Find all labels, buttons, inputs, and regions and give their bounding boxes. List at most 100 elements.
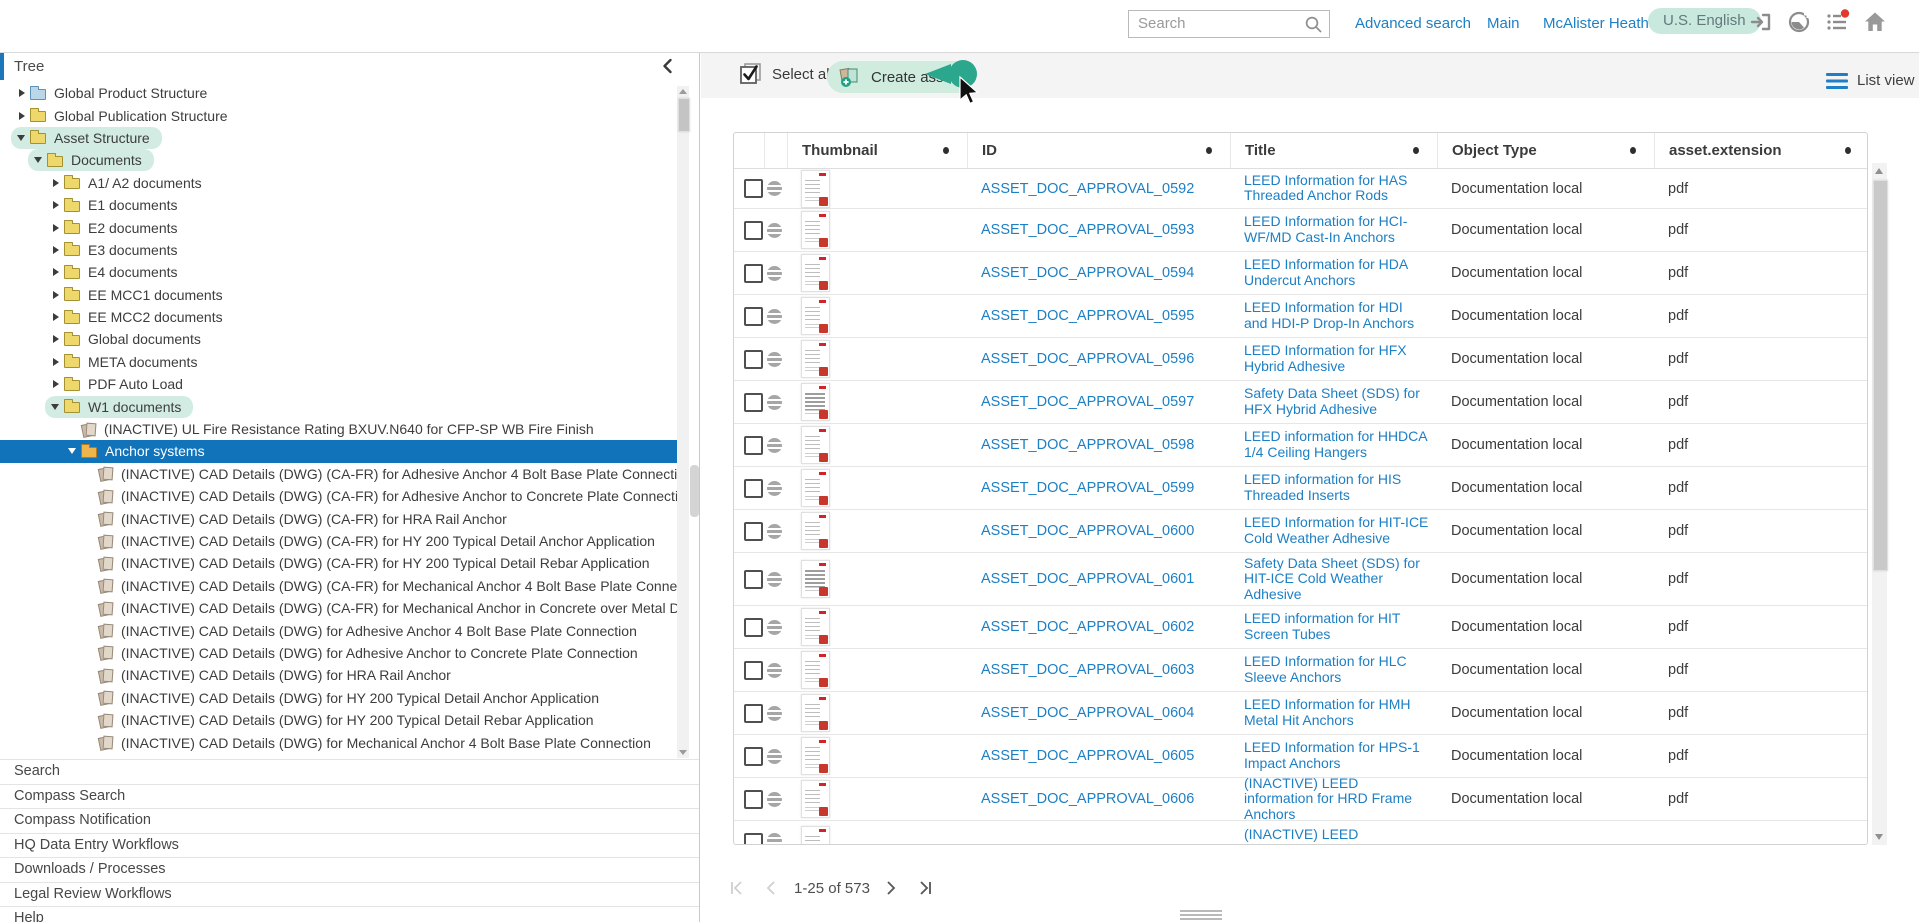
asset-title-link[interactable]: LEED Information for HMH Metal Hit Ancho… [1244,697,1429,728]
tree-item[interactable]: E1 documents [0,194,677,216]
table-row[interactable]: ASSET_DOC_APPROVAL_0600 LEED Information… [734,510,1867,553]
row-menu-icon[interactable] [767,181,782,196]
search-icon[interactable] [1304,15,1323,34]
column-filter-icon[interactable] [943,147,949,154]
search-box[interactable] [1128,10,1330,38]
list-view-toggle[interactable]: List view [1826,72,1915,89]
asset-title-link[interactable]: (INACTIVE) LEED information [1244,827,1429,845]
table-row[interactable]: ASSET_DOC_APPROVAL_0597 Safety Data Shee… [734,381,1867,424]
asset-title-link[interactable]: Safety Data Sheet (SDS) for HFX Hybrid A… [1244,386,1429,417]
table-row[interactable]: ASSET_DOC_APPROVAL_0603 LEED Information… [734,649,1867,692]
column-header[interactable]: Title [1230,133,1437,168]
column-filter-icon[interactable] [1845,147,1851,154]
create-asset-button[interactable]: Create asset [827,61,973,93]
asset-title-link[interactable]: LEED information for HIT Screen Tubes [1244,611,1429,642]
asset-id-link[interactable]: ASSET_DOC_APPROVAL_0592 [981,181,1194,197]
asset-title-link[interactable]: LEED Information for HDA Undercut Anchor… [1244,257,1429,288]
column-header[interactable]: ID [967,133,1230,168]
table-scrollbar-thumb[interactable] [1873,180,1888,571]
asset-title-link[interactable]: LEED Information for HAS Threaded Anchor… [1244,173,1429,204]
tree-toggle-icon[interactable] [34,149,47,171]
accordion-section[interactable]: Legal Review Workflows [0,882,699,907]
accordion-section[interactable]: Compass Notification [0,808,699,833]
tree-item[interactable]: (INACTIVE) CAD Details (DWG) for Adhesiv… [0,619,677,641]
asset-id-link[interactable]: ASSET_DOC_APPROVAL_0606 [981,791,1194,807]
tree-toggle-icon[interactable] [51,306,64,328]
row-menu-icon[interactable] [767,352,782,367]
scroll-up-icon[interactable] [679,89,687,94]
tree-toggle-icon[interactable] [17,127,30,149]
row-menu-icon[interactable] [767,833,782,845]
tree-item[interactable]: Global Publication Structure [0,104,677,126]
tree-item[interactable]: (INACTIVE) CAD Details (DWG) (CA-FR) for… [0,507,677,529]
language-button[interactable]: U.S. English [1648,8,1761,34]
asset-id-link[interactable]: ASSET_DOC_APPROVAL_0596 [981,351,1194,367]
document-thumbnail[interactable] [801,694,830,732]
tree-item[interactable]: PDF Auto Load [0,373,677,395]
tree-toggle-icon[interactable] [51,373,64,395]
row-checkbox[interactable] [744,522,763,541]
user-menu-link[interactable]: McAlister Heather [1543,15,1662,32]
tree-item[interactable]: E2 documents [0,216,677,238]
asset-title-link[interactable]: LEED Information for HCI-WF/MD Cast-In A… [1244,214,1429,245]
document-thumbnail[interactable] [801,426,830,464]
tree-toggle-icon[interactable] [51,351,64,373]
previous-page-button[interactable] [762,879,780,897]
tree-item[interactable]: (INACTIVE) CAD Details (DWG) (CA-FR) for… [0,597,677,619]
accordion-section[interactable]: Help [0,906,699,922]
column-header[interactable]: Thumbnail [787,133,967,168]
tree-item[interactable]: EE MCC2 documents [0,306,677,328]
tree-item[interactable]: (INACTIVE) CAD Details (DWG) for Mechani… [0,731,677,753]
row-menu-icon[interactable] [767,266,782,281]
tree-item[interactable]: (INACTIVE) CAD Details (DWG) for HY 200 … [0,687,677,709]
row-checkbox[interactable] [744,436,763,455]
tree-item[interactable]: META documents [0,351,677,373]
asset-id-link[interactable]: ASSET_DOC_APPROVAL_0603 [981,662,1194,678]
row-checkbox[interactable] [744,179,763,198]
row-checkbox[interactable] [744,479,763,498]
asset-title-link[interactable]: LEED information for HIS Threaded Insert… [1244,472,1429,503]
column-header[interactable]: Object Type [1437,133,1654,168]
row-checkbox[interactable] [744,350,763,369]
table-row[interactable]: ASSET_DOC_APPROVAL_0595 LEED Information… [734,295,1867,338]
tree-item[interactable]: A1/ A2 documents [0,172,677,194]
tree-toggle-icon[interactable] [51,396,64,418]
tree-toggle-icon[interactable] [68,440,81,462]
tree-item[interactable]: (INACTIVE) CAD Details (DWG) (CA-FR) for… [0,530,677,552]
tree-item[interactable]: E4 documents [0,261,677,283]
asset-id-link[interactable]: ASSET_DOC_APPROVAL_0595 [981,308,1194,324]
document-thumbnail[interactable] [801,297,830,335]
tree-item[interactable]: Global Product Structure [0,82,677,104]
scroll-down-icon[interactable] [679,750,687,755]
table-row[interactable]: ASSET_DOC_APPROVAL_0602 LEED information… [734,606,1867,649]
row-menu-icon[interactable] [767,620,782,635]
row-checkbox[interactable] [744,618,763,637]
horizontal-scroll-handle[interactable] [1180,910,1222,922]
document-thumbnail[interactable] [801,211,830,249]
column-header[interactable]: asset.extension [1654,133,1868,168]
asset-title-link[interactable]: LEED Information for HIT-ICE Cold Weathe… [1244,515,1429,546]
row-checkbox[interactable] [744,570,763,589]
table-row[interactable]: (INACTIVE) LEED information [734,821,1867,845]
tree-item[interactable]: (INACTIVE) UL Fire Resistance Rating BXU… [0,418,677,440]
document-thumbnail[interactable] [801,780,830,818]
scroll-down-icon[interactable] [1875,834,1883,840]
table-row[interactable]: ASSET_DOC_APPROVAL_0606 (INACTIVE) LEED … [734,778,1867,821]
row-checkbox[interactable] [744,833,763,845]
row-menu-icon[interactable] [767,749,782,764]
row-checkbox[interactable] [744,264,763,283]
document-thumbnail[interactable] [801,560,830,598]
tree-toggle-icon[interactable] [51,194,64,216]
asset-title-link[interactable]: LEED information for HHDCA 1/4 Ceiling H… [1244,429,1429,460]
main-link[interactable]: Main [1487,15,1520,32]
column-filter-icon[interactable] [1630,147,1636,154]
row-checkbox[interactable] [744,661,763,680]
tree-item[interactable]: W1 documents [0,395,677,417]
document-thumbnail[interactable] [801,383,830,421]
tree-scrollbar[interactable] [677,86,689,758]
document-thumbnail[interactable] [801,254,830,292]
asset-id-link[interactable]: ASSET_DOC_APPROVAL_0593 [981,222,1194,238]
row-checkbox[interactable] [744,790,763,809]
advanced-search-link[interactable]: Advanced search [1355,15,1471,32]
document-thumbnail[interactable] [801,608,830,646]
